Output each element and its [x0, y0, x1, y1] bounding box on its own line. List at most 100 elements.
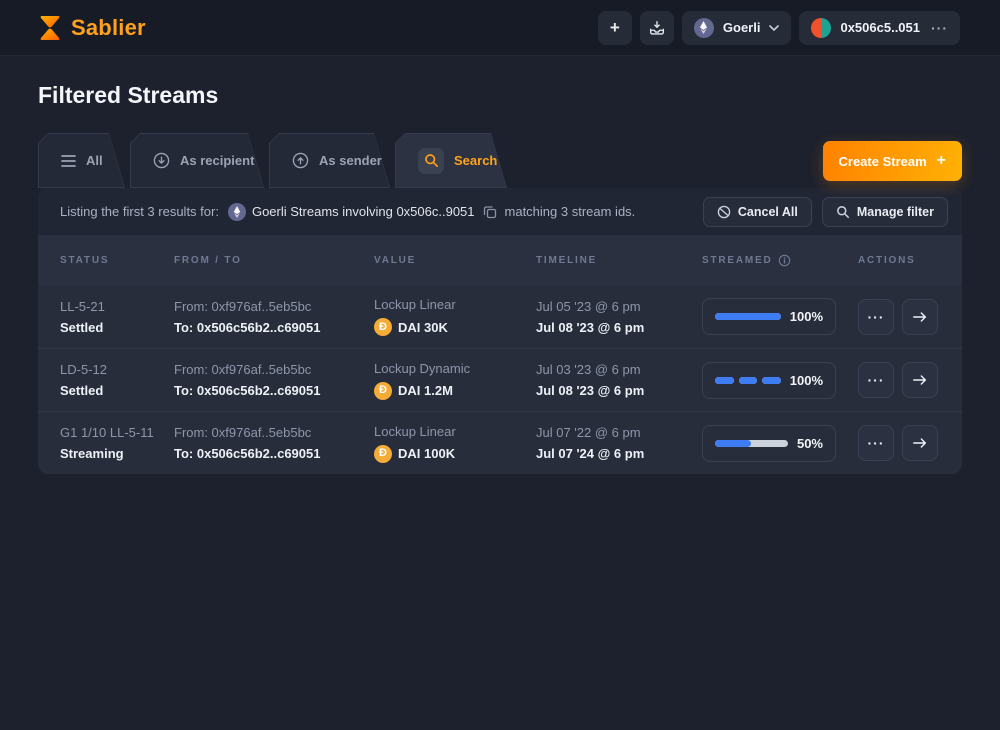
- streamed-progress: 100%: [702, 362, 836, 399]
- network-label: Goerli: [723, 20, 761, 35]
- stream-id: LL-5-21: [60, 299, 174, 314]
- row-open-button[interactable]: [902, 299, 938, 335]
- ellipsis-icon: ···: [868, 309, 885, 325]
- stream-status: Settled: [60, 383, 174, 398]
- arrow-down-circle-icon: [153, 152, 170, 169]
- stream-start: Jul 05 '23 @ 6 pm: [536, 299, 702, 314]
- inbox-button[interactable]: [640, 11, 674, 45]
- tab-all[interactable]: All: [38, 133, 125, 188]
- tabs-row: All As recipient: [38, 133, 962, 188]
- tab-recipient-label: As recipient: [180, 153, 254, 168]
- account-more-icon: ···: [931, 20, 948, 36]
- table-row[interactable]: G1 1/10 LL-5-11 Streaming From: 0xf976af…: [38, 411, 962, 474]
- arrow-up-circle-icon: [292, 152, 309, 169]
- table-row[interactable]: LL-5-21 Settled From: 0xf976af..5eb5bc T…: [38, 285, 962, 348]
- filter-actions: Cancel All Manage filter: [703, 197, 948, 227]
- tab-all-label: All: [86, 153, 103, 168]
- create-stream-label: Create Stream: [839, 154, 927, 169]
- stream-status: Streaming: [60, 446, 174, 461]
- column-header-value: VALUE: [374, 255, 536, 266]
- filter-scope: Goerli Streams involving 0x506c..9051: [252, 204, 475, 219]
- progress-bar: [715, 313, 781, 320]
- stream-shape: Lockup Linear: [374, 424, 536, 439]
- dai-token-icon: Đ: [374, 445, 392, 463]
- row-more-button[interactable]: ···: [858, 425, 894, 461]
- ellipsis-icon: ···: [868, 435, 885, 451]
- row-open-button[interactable]: [902, 425, 938, 461]
- filter-text-prefix: Listing the first 3 results for:: [60, 204, 219, 219]
- stream-shape: Lockup Linear: [374, 297, 536, 312]
- header-actions: + Goerli: [598, 11, 960, 45]
- stream-end: Jul 07 '24 @ 6 pm: [536, 446, 702, 461]
- copy-icon[interactable]: [483, 205, 497, 219]
- stream-id: G1 1/10 LL-5-11: [60, 425, 174, 440]
- new-stream-button[interactable]: +: [598, 11, 632, 45]
- column-header-status: STATUS: [60, 255, 174, 266]
- list-icon: [61, 155, 76, 167]
- stream-start: Jul 03 '23 @ 6 pm: [536, 362, 702, 377]
- table-body: LL-5-21 Settled From: 0xf976af..5eb5bc T…: [38, 285, 962, 474]
- stream-end: Jul 08 '23 @ 6 pm: [536, 320, 702, 335]
- streamed-label: STREAMED: [702, 255, 773, 266]
- stream-amount: DAI 100K: [398, 446, 455, 461]
- tab-as-sender[interactable]: As sender: [269, 133, 390, 188]
- create-stream-button[interactable]: Create Stream +: [823, 141, 963, 181]
- dai-token-icon: Đ: [374, 318, 392, 336]
- progress-bar: [715, 377, 781, 384]
- account-menu[interactable]: 0x506c5..051 ···: [799, 11, 960, 45]
- network-selector[interactable]: Goerli: [682, 11, 792, 45]
- plus-icon: +: [937, 152, 946, 170]
- stream-from: From: 0xf976af..5eb5bc: [174, 299, 374, 314]
- manage-filter-label: Manage filter: [857, 205, 934, 219]
- tab-search-label: Search: [454, 153, 497, 168]
- stream-from: From: 0xf976af..5eb5bc: [174, 362, 374, 377]
- page-title: Filtered Streams: [38, 82, 962, 109]
- progress-bar: [715, 440, 788, 447]
- column-header-from-to: FROM / TO: [174, 255, 374, 266]
- plus-icon: +: [610, 19, 620, 36]
- sablier-hourglass-icon: [38, 14, 62, 42]
- stream-id: LD-5-12: [60, 362, 174, 377]
- search-icon: [418, 148, 444, 174]
- filter-summary-bar: Listing the first 3 results for: Goerli …: [38, 188, 962, 235]
- stream-status: Settled: [60, 320, 174, 335]
- sablier-logo[interactable]: Sablier: [38, 14, 146, 42]
- search-icon: [836, 205, 850, 219]
- stream-shape: Lockup Dynamic: [374, 361, 536, 376]
- info-icon[interactable]: [778, 254, 791, 267]
- table-header: STATUS FROM / TO VALUE TIMELINE STREAMED…: [38, 235, 962, 285]
- account-avatar: [811, 18, 831, 38]
- arrow-right-icon: [912, 373, 928, 387]
- cancel-all-button[interactable]: Cancel All: [703, 197, 812, 227]
- account-address: 0x506c5..051: [840, 20, 920, 35]
- stream-end: Jul 08 '23 @ 6 pm: [536, 383, 702, 398]
- ellipsis-icon: ···: [868, 372, 885, 388]
- column-header-actions: ACTIONS: [858, 255, 962, 266]
- row-open-button[interactable]: [902, 362, 938, 398]
- manage-filter-button[interactable]: Manage filter: [822, 197, 948, 227]
- cancel-all-label: Cancel All: [738, 205, 798, 219]
- progress-percent: 50%: [797, 436, 823, 451]
- main-content: Filtered Streams All: [0, 82, 1000, 474]
- streamed-progress: 100%: [702, 298, 836, 335]
- arrow-right-icon: [912, 436, 928, 450]
- column-header-streamed: STREAMED: [702, 254, 858, 267]
- brand-name: Sablier: [71, 15, 146, 41]
- top-bar: Sablier + Goerli: [0, 0, 1000, 56]
- ethereum-icon: [694, 18, 714, 38]
- row-more-button[interactable]: ···: [858, 299, 894, 335]
- ethereum-icon: [228, 203, 246, 221]
- table-row[interactable]: LD-5-12 Settled From: 0xf976af..5eb5bc T…: [38, 348, 962, 411]
- dai-token-icon: Đ: [374, 382, 392, 400]
- stream-from: From: 0xf976af..5eb5bc: [174, 425, 374, 440]
- row-more-button[interactable]: ···: [858, 362, 894, 398]
- column-header-timeline: TIMELINE: [536, 255, 702, 266]
- progress-percent: 100%: [790, 373, 823, 388]
- tab-sender-label: As sender: [319, 153, 382, 168]
- tab-search[interactable]: Search: [395, 133, 507, 188]
- stream-start: Jul 07 '22 @ 6 pm: [536, 425, 702, 440]
- tab-as-recipient[interactable]: As recipient: [130, 133, 264, 188]
- progress-percent: 100%: [790, 309, 823, 324]
- stream-amount: DAI 1.2M: [398, 383, 453, 398]
- stream-to: To: 0x506c56b2..c69051: [174, 446, 374, 461]
